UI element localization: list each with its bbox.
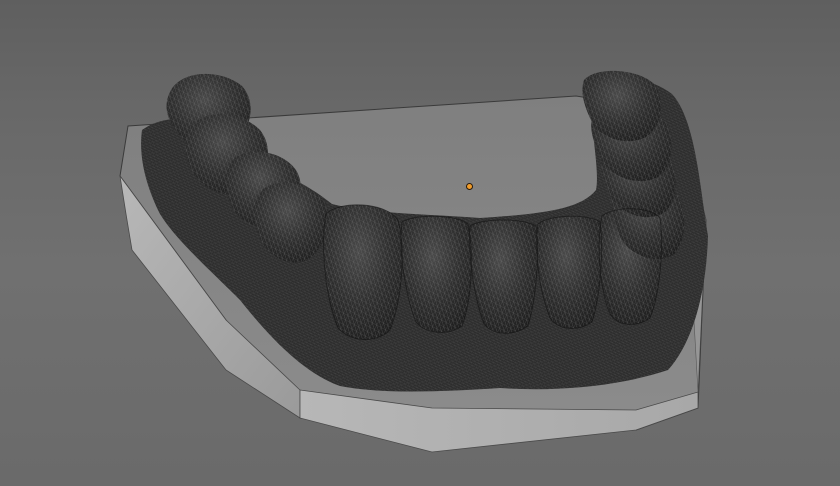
3d-viewport[interactable] — [0, 0, 840, 486]
scene-canvas[interactable] — [0, 0, 840, 486]
object-origin-point[interactable] — [466, 183, 473, 190]
